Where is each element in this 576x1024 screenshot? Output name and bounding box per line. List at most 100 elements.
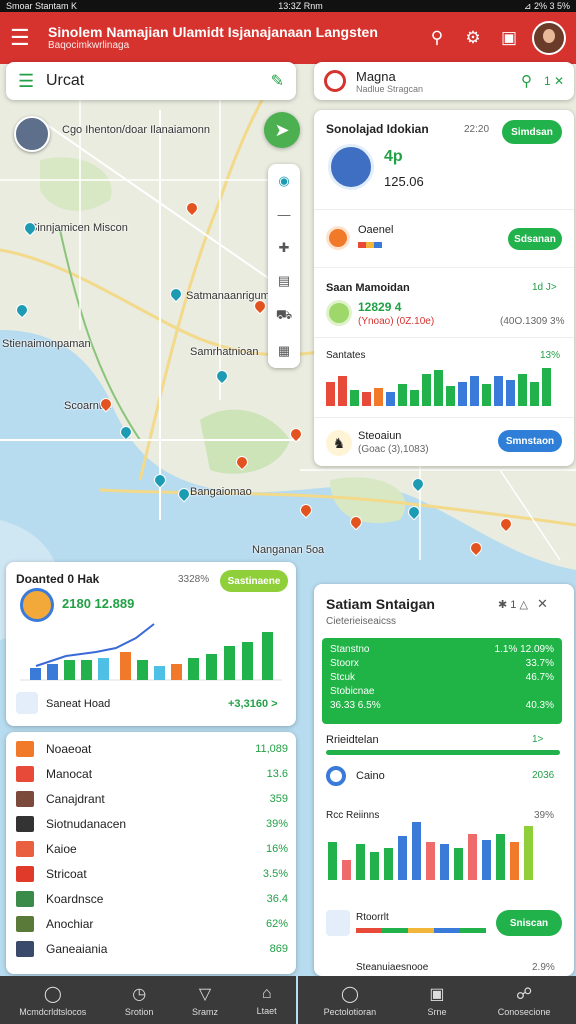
chart-bar	[494, 376, 503, 406]
stats-title: Saan Mamoidan	[326, 282, 410, 294]
filter-icon[interactable]: ⚙	[460, 25, 486, 51]
list-item[interactable]: Ganeaiania 869	[16, 936, 288, 961]
mini-bar-chart	[326, 366, 551, 406]
summary-title: Doanted 0 Hak	[16, 572, 100, 586]
list-item[interactable]: Manocat 13.6	[16, 761, 288, 786]
chart-bar	[434, 370, 443, 406]
measure-icon[interactable]: ✚	[279, 240, 290, 256]
chart-bar	[370, 852, 379, 880]
chart-bar	[137, 660, 148, 680]
chart-bar	[422, 374, 431, 406]
map-avatar-marker[interactable]	[14, 116, 50, 152]
leaf-icon	[326, 300, 352, 326]
list-item[interactable]: Noaeoat 11,089	[16, 736, 288, 761]
building-icon: ⌂	[261, 984, 272, 1002]
list-item[interactable]: Siotnudanacen 39%	[16, 811, 288, 836]
expand-icon[interactable]: 1 ✕	[544, 74, 564, 88]
stats-row: Stcuk 46.7%	[330, 672, 554, 683]
stats-row: 36.33 6.5% 40.3%	[330, 700, 554, 711]
person-icon	[16, 815, 34, 832]
chart-bar	[510, 842, 519, 880]
clipboard-icon[interactable]: ▣	[496, 25, 522, 51]
person-icon: ♞	[326, 430, 352, 456]
list-item[interactable]: Anochiar 62%	[16, 911, 288, 936]
details-panel: Sonolajad Idokian 22:20 Simdsan 4p 125.0…	[314, 110, 574, 466]
search-input[interactable]: Urcat	[46, 72, 271, 90]
list-item[interactable]: Koardnsce 36.4	[16, 886, 288, 911]
chart-bar	[350, 390, 359, 406]
mic-icon[interactable]: ✎	[271, 71, 284, 91]
chart-bar	[398, 836, 407, 880]
panel-header-button[interactable]: Simdsan	[502, 120, 562, 144]
item-color-bar	[358, 242, 382, 248]
stats-box: Stanstno 1.1% 12.09% Stoorx 33.7% Stcuk 46.…	[322, 638, 562, 724]
nav-item-explore[interactable]: ◯ Pectolotioran	[324, 984, 377, 1017]
status-left: Smoar Stantam K	[6, 1, 78, 11]
list-icon[interactable]: ☰	[18, 71, 46, 92]
footer-sub: (Goac (3),1083)	[358, 444, 429, 455]
chart-bar	[496, 834, 505, 880]
summary-button[interactable]: Sastinaene	[220, 570, 288, 592]
list-item[interactable]: Canajdrant 359	[16, 786, 288, 811]
group-avatar	[20, 588, 54, 622]
car-icon[interactable]: ⛟	[276, 307, 292, 325]
list-item[interactable]: Stricoat 3.5%	[16, 861, 288, 886]
list-item[interactable]: Kaioe 16%	[16, 836, 288, 861]
app-title: Sinolem Namajian Ulamidt Isjanajanaan La…	[48, 23, 378, 40]
search-icon[interactable]: ⚲	[521, 72, 532, 90]
gear-icon[interactable]: ✱	[498, 599, 507, 611]
nav-item-saved[interactable]: ⌂ Ltaet	[257, 985, 277, 1016]
nav-item-history[interactable]: ◷ Srotion	[125, 984, 154, 1017]
city-icon	[16, 940, 34, 957]
progress-right[interactable]: 1>	[532, 734, 543, 745]
panel-title: Sonolajad Idokian	[326, 122, 429, 136]
menu-icon[interactable]: ☰	[10, 25, 40, 51]
nav-item-home[interactable]: ◯ Mcmdcrldtslocos	[19, 984, 86, 1017]
nav-item-share[interactable]: ▣ Srne	[427, 984, 446, 1017]
nav-item-settings[interactable]: ☍ Conosecione	[498, 984, 551, 1017]
chart-bar	[506, 380, 515, 406]
summary-footer-value[interactable]: +3,3160 >	[228, 698, 278, 710]
place-title: Magna	[356, 68, 396, 84]
chart-bar	[328, 842, 337, 880]
chart-bar	[224, 646, 235, 680]
chart-bar	[410, 390, 419, 406]
item-button[interactable]: Sdsanan	[508, 228, 562, 250]
close-icon[interactable]: ✕	[537, 596, 548, 611]
chart-bar	[326, 382, 335, 406]
chart-bar	[454, 848, 463, 880]
chart-percent: 39%	[534, 810, 555, 821]
chart-bar	[64, 660, 75, 680]
nav-item-directions[interactable]: ▽ Sramz	[192, 984, 218, 1017]
chart-bar	[440, 844, 449, 880]
lock-icon[interactable]: △	[519, 599, 527, 611]
panel-header: Sonolajad Idokian 22:20 Simdsan 4p 125.0…	[314, 110, 574, 210]
document-icon	[326, 910, 350, 936]
bottom-text: Steanuiaesnooe	[356, 962, 429, 973]
briefcase-icon[interactable]: ▤	[278, 273, 290, 289]
map-controls: ◉ — ✚ ▤ ⛟ ▦	[268, 164, 300, 368]
red-card-icon	[16, 865, 34, 882]
summary-value: 2180 12.889	[62, 596, 135, 611]
avatar[interactable]	[532, 21, 566, 55]
chart-bar	[386, 392, 395, 406]
bottom-percent: 2.9%	[532, 962, 555, 973]
footer-button[interactable]: Sniscan	[496, 910, 562, 936]
orange-box-icon	[16, 740, 34, 757]
app-title-group: Sinolem Namajian Ulamidt Isjanajanaan La…	[48, 23, 414, 51]
zoom-out-icon[interactable]: —	[278, 207, 291, 222]
photo-thumbnail-icon	[16, 790, 34, 807]
locate-me-button[interactable]: ➤	[264, 112, 300, 148]
search-bar[interactable]: ☰ Urcat ✎	[6, 62, 296, 100]
search-icon[interactable]: ⚲	[424, 25, 450, 51]
layers-icon[interactable]: ◉	[278, 173, 289, 189]
row-value: 2036	[532, 770, 555, 781]
card-icon[interactable]: ▦	[278, 343, 290, 359]
chart-bar	[468, 834, 477, 880]
chart-bar	[362, 392, 371, 406]
panel-time: 22:20	[464, 124, 490, 135]
place-search-bar[interactable]: Magna Nadlue Stragcan ⚲ 1 ✕	[314, 62, 574, 100]
stats-right: 1d J>	[532, 282, 557, 293]
footer-button[interactable]: Smnstaon	[498, 430, 562, 452]
stats-row: Stanstno 1.1% 12.09%	[330, 644, 554, 655]
